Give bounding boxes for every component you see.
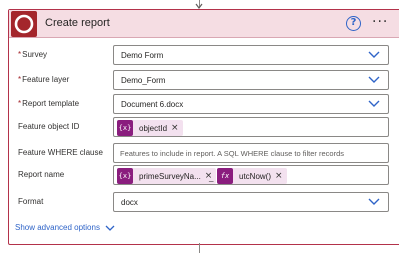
survey123-logo-icon bbox=[11, 11, 37, 37]
chevron-down-icon bbox=[368, 100, 380, 107]
feature-object-id-row: Feature object ID {x} objectId × bbox=[9, 117, 399, 139]
format-value: docx bbox=[121, 198, 138, 207]
survey-dropdown[interactable]: Demo Form bbox=[113, 45, 389, 65]
required-marker: * bbox=[18, 50, 22, 59]
chevron-down-icon bbox=[368, 51, 380, 58]
feature-object-id-label: Feature object ID bbox=[18, 122, 80, 131]
prime-survey-name-token[interactable]: {x} primeSurveyNa... × bbox=[117, 168, 217, 184]
variable-icon: {x} bbox=[117, 168, 133, 184]
token-label: primeSurveyNa... bbox=[139, 171, 201, 181]
feature-where-placeholder: Features to include in report. A SQL WHE… bbox=[120, 149, 344, 158]
required-marker: * bbox=[18, 75, 22, 84]
required-marker: * bbox=[18, 99, 22, 108]
feature-object-id-input[interactable]: {x} objectId × bbox=[113, 117, 389, 137]
variable-icon: {x} bbox=[117, 120, 133, 136]
more-options-icon[interactable]: ··· bbox=[372, 14, 388, 30]
report-template-row: *Report template Document 6.docx bbox=[9, 94, 399, 116]
remove-token-icon[interactable]: × bbox=[171, 123, 183, 133]
function-icon: fx bbox=[217, 168, 233, 184]
survey-value: Demo Form bbox=[121, 51, 164, 60]
card-title: Create report bbox=[45, 17, 110, 29]
format-dropdown[interactable]: docx bbox=[113, 192, 389, 212]
token-label: utcNow() bbox=[239, 171, 272, 181]
feature-layer-value: Demo_Form bbox=[121, 76, 166, 85]
chevron-down-icon bbox=[368, 198, 380, 205]
report-template-label: *Report template bbox=[18, 99, 80, 108]
feature-layer-row: *Feature layer Demo_Form bbox=[9, 70, 399, 92]
report-template-dropdown[interactable]: Document 6.docx bbox=[113, 94, 389, 114]
report-name-input[interactable]: {x} primeSurveyNa... × _ fx utcNow() × bbox=[113, 165, 389, 185]
flow-connector-bottom bbox=[199, 243, 200, 253]
card-header[interactable]: Create report ? ··· bbox=[9, 10, 399, 38]
format-label: Format bbox=[18, 197, 44, 206]
format-row: Format docx bbox=[9, 192, 399, 214]
feature-where-input[interactable]: Features to include in report. A SQL WHE… bbox=[113, 143, 389, 163]
token-label: objectId bbox=[139, 123, 168, 133]
chevron-down-icon bbox=[368, 76, 380, 83]
survey-row: *Survey Demo Form bbox=[9, 45, 399, 67]
feature-where-row: Feature WHERE clause Features to include… bbox=[9, 143, 399, 165]
create-report-action-card: Create report ? ··· *Survey Demo Form *F… bbox=[8, 9, 399, 245]
objectid-token[interactable]: {x} objectId × bbox=[117, 120, 183, 136]
utcnow-token[interactable]: fx utcNow() × bbox=[217, 168, 287, 184]
survey-label: *Survey bbox=[18, 50, 48, 59]
show-advanced-options-link[interactable]: Show advanced options bbox=[15, 223, 100, 232]
report-template-value: Document 6.docx bbox=[121, 100, 184, 109]
feature-layer-label: *Feature layer bbox=[18, 75, 70, 84]
feature-layer-dropdown[interactable]: Demo_Form bbox=[113, 70, 389, 90]
report-name-label: Report name bbox=[18, 170, 65, 179]
separator-text: _ bbox=[209, 173, 214, 182]
report-name-row: Report name {x} primeSurveyNa... × _ fx … bbox=[9, 165, 399, 187]
chevron-down-icon[interactable] bbox=[105, 224, 115, 232]
help-icon[interactable]: ? bbox=[346, 16, 361, 31]
feature-where-label: Feature WHERE clause bbox=[18, 148, 103, 157]
remove-token-icon[interactable]: × bbox=[275, 171, 287, 181]
